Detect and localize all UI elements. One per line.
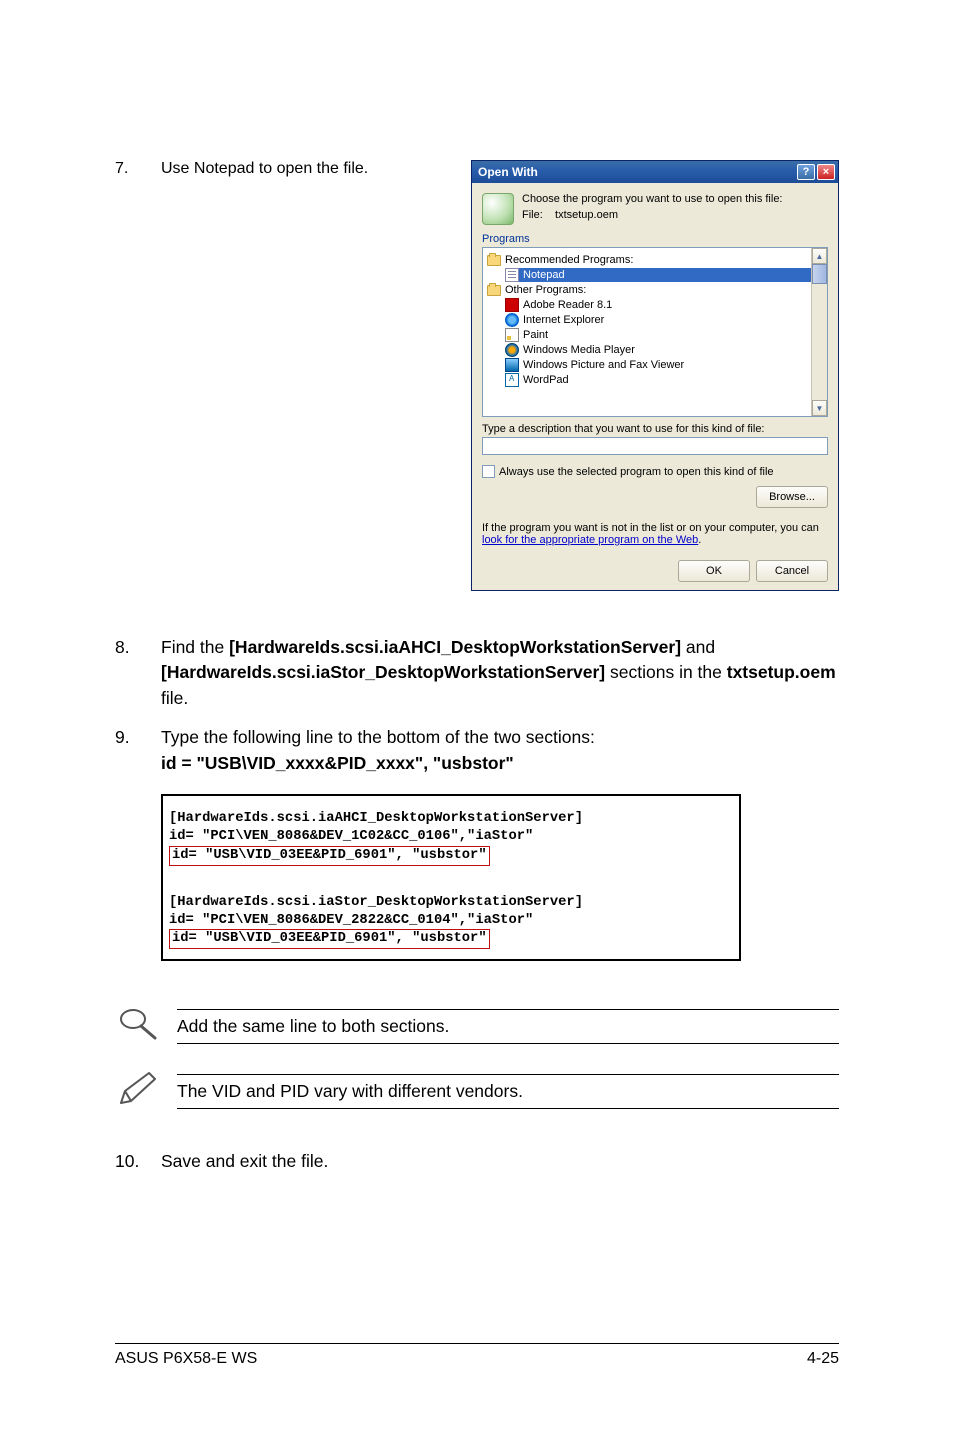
web-lookup-link[interactable]: look for the appropriate program on the … — [482, 534, 698, 546]
loupe-icon — [115, 1004, 159, 1049]
cancel-button[interactable]: Cancel — [756, 560, 828, 582]
always-use-checkbox[interactable] — [482, 465, 495, 478]
step-10-text: Save and exit the file. — [161, 1149, 839, 1174]
notepad-icon — [505, 268, 519, 282]
wordpad-icon — [505, 373, 519, 387]
dialog-file-label: File: — [522, 209, 543, 221]
code-line: [HardwareIds.scsi.iaStor_DesktopWorkstat… — [169, 894, 733, 912]
step-9-text: Type the following line to the bottom of… — [161, 725, 839, 776]
folder-icon — [487, 255, 501, 266]
scroll-down-icon[interactable]: ▼ — [812, 400, 827, 416]
program-item-wordpad[interactable]: WordPad — [505, 373, 823, 387]
code-example-box: [HardwareIds.scsi.iaAHCI_DesktopWorkstat… — [161, 794, 741, 962]
dialog-app-icon — [482, 193, 514, 225]
code-line: [HardwareIds.scsi.iaAHCI_DesktopWorkstat… — [169, 810, 733, 828]
scrollbar[interactable]: ▲ ▼ — [811, 248, 827, 416]
dialog-titlebar: Open With ? × — [472, 161, 838, 183]
dialog-choose-text: Choose the program you want to use to op… — [522, 193, 783, 205]
program-item-adobe[interactable]: Adobe Reader 8.1 — [505, 298, 823, 312]
step-8-text: Find the [HardwareIds.scsi.iaAHCI_Deskto… — [161, 635, 839, 711]
pencil-icon — [115, 1069, 159, 1114]
step-7-text: Use Notepad to open the file. — [161, 160, 471, 178]
program-item-picviewer[interactable]: Windows Picture and Fax Viewer — [505, 358, 823, 372]
note-2-text: The VID and PID vary with different vend… — [177, 1081, 839, 1102]
footer-left: ASUS P6X58-E WS — [115, 1350, 257, 1368]
code-line: id= "PCI\VEN_8086&DEV_1C02&CC_0106","iaS… — [169, 828, 733, 846]
open-with-dialog: Open With ? × Choose the program you wan… — [471, 160, 839, 591]
close-icon[interactable]: × — [817, 164, 835, 180]
scroll-thumb[interactable] — [812, 264, 827, 284]
internet-explorer-icon — [505, 313, 519, 327]
description-input[interactable] — [482, 437, 828, 455]
help-icon[interactable]: ? — [797, 164, 815, 180]
note-1-text: Add the same line to both sections. — [177, 1016, 839, 1037]
program-item-notepad[interactable]: Notepad — [505, 268, 823, 282]
program-item-ie[interactable]: Internet Explorer — [505, 313, 823, 327]
step-7-number: 7. — [115, 160, 161, 178]
programs-label: Programs — [482, 233, 828, 245]
code-highlight: id= "USB\VID_03EE&PID_6901", "usbstor" — [169, 929, 490, 949]
code-highlight: id= "USB\VID_03EE&PID_6901", "usbstor" — [169, 846, 490, 866]
dialog-title: Open With — [478, 165, 538, 179]
footer-right: 4-25 — [807, 1350, 839, 1368]
description-label: Type a description that you want to use … — [482, 423, 828, 435]
scroll-up-icon[interactable]: ▲ — [812, 248, 827, 264]
windows-media-player-icon — [505, 343, 519, 357]
web-lookup-text: If the program you want is not in the li… — [482, 522, 828, 546]
program-item-wmp[interactable]: Windows Media Player — [505, 343, 823, 357]
group-other: Other Programs: — [487, 284, 823, 296]
dialog-file-name: txtsetup.oem — [555, 209, 618, 221]
ok-button[interactable]: OK — [678, 560, 750, 582]
step-10-number: 10. — [115, 1149, 161, 1174]
browse-button[interactable]: Browse... — [756, 486, 828, 508]
adobe-reader-icon — [505, 298, 519, 312]
picture-viewer-icon — [505, 358, 519, 372]
group-recommended: Recommended Programs: — [487, 254, 823, 266]
always-use-label: Always use the selected program to open … — [499, 466, 774, 478]
step-9-number: 9. — [115, 725, 161, 776]
paint-icon — [505, 328, 519, 342]
program-item-paint[interactable]: Paint — [505, 328, 823, 342]
step-8-number: 8. — [115, 635, 161, 711]
programs-list[interactable]: Recommended Programs: Notepad Other Prog… — [482, 247, 828, 417]
code-line: id= "PCI\VEN_8086&DEV_2822&CC_0104","iaS… — [169, 912, 733, 930]
folder-icon — [487, 285, 501, 296]
